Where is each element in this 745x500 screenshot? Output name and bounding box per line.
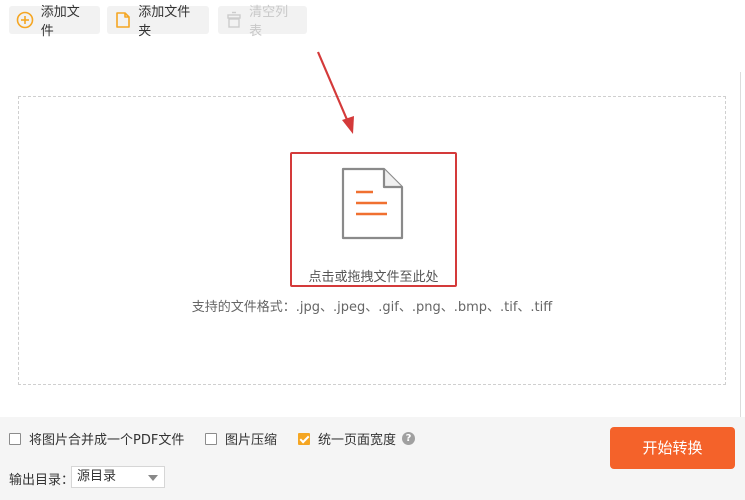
output-dir-value: 源目录	[77, 469, 117, 484]
output-dir-select[interactable]: 源目录	[71, 466, 165, 488]
document-icon	[340, 167, 404, 241]
bottom-panel: 将图片合并成一个PDF文件 图片压缩 统一页面宽度 ? 输出目录： 源目录 开始…	[0, 417, 745, 500]
merge-pdf-label: 将图片合并成一个PDF文件	[29, 433, 185, 448]
toolbar: 添加文件 添加文件夹 清空列表	[0, 0, 745, 40]
output-dir-label: 输出目录：	[9, 473, 75, 488]
uniform-width-option[interactable]: 统一页面宽度 ?	[298, 429, 416, 448]
compress-label: 图片压缩	[225, 433, 278, 448]
clear-list-label: 清空列表	[249, 5, 289, 39]
add-folder-button[interactable]: 添加文件夹	[107, 5, 209, 39]
compress-option[interactable]: 图片压缩	[205, 429, 277, 448]
start-convert-button[interactable]: 开始转换	[610, 427, 735, 469]
trash-icon	[224, 10, 243, 30]
folder-icon	[113, 10, 132, 30]
clear-list-button[interactable]: 清空列表	[218, 5, 307, 39]
supported-formats: 支持的文件格式：.jpg、.jpeg、.gif、.png、.bmp、.tif、.…	[191, 300, 553, 315]
add-file-button[interactable]: 添加文件	[9, 5, 100, 39]
plus-circle-icon	[15, 10, 35, 30]
drop-instruction: 点击或拖拽文件至此处	[308, 270, 439, 285]
add-folder-label: 添加文件夹	[138, 5, 191, 39]
add-file-label: 添加文件	[40, 5, 80, 39]
uniform-width-checkbox[interactable]	[298, 432, 310, 445]
uniform-width-label: 统一页面宽度	[318, 433, 397, 448]
help-icon[interactable]: ?	[402, 432, 416, 445]
merge-pdf-option[interactable]: 将图片合并成一个PDF文件	[9, 429, 184, 448]
chevron-down-icon	[148, 475, 158, 481]
merge-pdf-checkbox[interactable]	[9, 432, 21, 445]
compress-checkbox[interactable]	[205, 432, 217, 445]
